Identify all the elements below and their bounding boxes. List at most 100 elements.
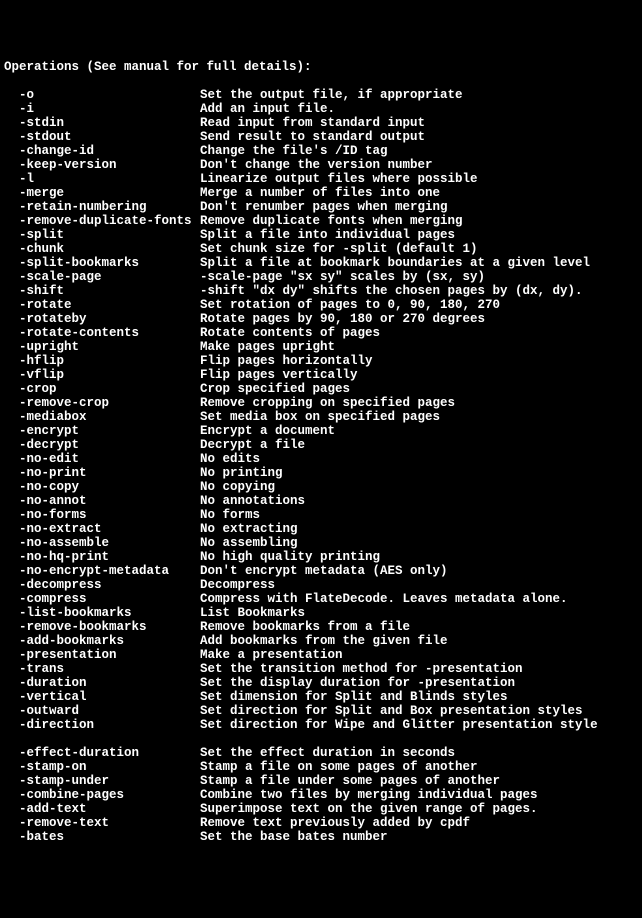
operation-description: No high quality printing: [200, 550, 380, 564]
operation-flag: -remove-duplicate-fonts: [4, 214, 200, 228]
operation-row: -keep-versionDon't change the version nu…: [4, 158, 642, 172]
operation-description: Combine two files by merging individual …: [200, 788, 538, 802]
operation-description: Flip pages vertically: [200, 368, 358, 382]
operation-description: Superimpose text on the given range of p…: [200, 802, 538, 816]
operation-description: Make a presentation: [200, 648, 343, 662]
operation-flag: -combine-pages: [4, 788, 200, 802]
operation-row: -no-printNo printing: [4, 466, 642, 480]
operation-row: -no-encrypt-metadataDon't encrypt metada…: [4, 564, 642, 578]
operation-row: -no-editNo edits: [4, 452, 642, 466]
operation-row: -compressCompress with FlateDecode. Leav…: [4, 592, 642, 606]
operation-row: -remove-duplicate-fontsRemove duplicate …: [4, 214, 642, 228]
operation-description: Set the output file, if appropriate: [200, 88, 463, 102]
operation-row: -add-textSuperimpose text on the given r…: [4, 802, 642, 816]
operation-description: Read input from standard input: [200, 116, 425, 130]
operation-description: Linearize output files where possible: [200, 172, 478, 186]
operation-description: Rotate contents of pages: [200, 326, 380, 340]
operation-description: Remove duplicate fonts when merging: [200, 214, 463, 228]
operation-flag: -change-id: [4, 144, 200, 158]
operation-flag: -rotate: [4, 298, 200, 312]
operation-flag: -crop: [4, 382, 200, 396]
operation-flag: -no-print: [4, 466, 200, 480]
operation-description: Remove cropping on specified pages: [200, 396, 455, 410]
operation-description: Rotate pages by 90, 180 or 270 degrees: [200, 312, 485, 326]
operation-flag: -i: [4, 102, 200, 116]
operation-description: No forms: [200, 508, 260, 522]
operation-flag: -stdout: [4, 130, 200, 144]
operation-description: Set media box on specified pages: [200, 410, 440, 424]
operation-row: -no-copyNo copying: [4, 480, 642, 494]
operation-description: Set direction for Split and Box presenta…: [200, 704, 583, 718]
operation-description: No extracting: [200, 522, 298, 536]
operation-flag: -no-encrypt-metadata: [4, 564, 200, 578]
operation-row: -decompressDecompress: [4, 578, 642, 592]
operation-description: Split a file at bookmark boundaries at a…: [200, 256, 590, 270]
operation-description: Set dimension for Split and Blinds style…: [200, 690, 508, 704]
operation-flag: -split: [4, 228, 200, 242]
operations-list: -oSet the output file, if appropriate -i…: [4, 88, 642, 844]
operation-row: -directionSet direction for Wipe and Gli…: [4, 718, 642, 732]
operation-flag: -remove-crop: [4, 396, 200, 410]
operations-header: Operations (See manual for full details)…: [4, 60, 642, 74]
operation-row: -no-hq-printNo high quality printing: [4, 550, 642, 564]
operation-row: -transSet the transition method for -pre…: [4, 662, 642, 676]
operation-flag: -remove-bookmarks: [4, 620, 200, 634]
operation-flag: -decompress: [4, 578, 200, 592]
operation-description: Set the base bates number: [200, 830, 388, 844]
operation-description: Stamp a file on some pages of another: [200, 760, 478, 774]
operation-description: Set direction for Wipe and Glitter prese…: [200, 718, 598, 732]
operation-flag: -hflip: [4, 354, 200, 368]
operation-flag: -no-extract: [4, 522, 200, 536]
operation-description: Don't change the version number: [200, 158, 433, 172]
operation-flag: -vertical: [4, 690, 200, 704]
operation-flag: -direction: [4, 718, 200, 732]
operation-row: -no-assembleNo assembling: [4, 536, 642, 550]
operation-description: Remove text previously added by cpdf: [200, 816, 470, 830]
operation-flag: -add-bookmarks: [4, 634, 200, 648]
operation-flag: -upright: [4, 340, 200, 354]
operation-flag: -l: [4, 172, 200, 186]
operation-flag: -add-text: [4, 802, 200, 816]
operation-flag: -remove-text: [4, 816, 200, 830]
operation-flag: -split-bookmarks: [4, 256, 200, 270]
operation-row: -no-formsNo forms: [4, 508, 642, 522]
operation-description: Add bookmarks from the given file: [200, 634, 448, 648]
operation-description: -shift "dx dy" shifts the chosen pages b…: [200, 284, 583, 298]
operation-description: Encrypt a document: [200, 424, 335, 438]
operation-flag: -presentation: [4, 648, 200, 662]
operation-flag: -bates: [4, 830, 200, 844]
operation-flag: -scale-page: [4, 270, 200, 284]
operation-flag: -compress: [4, 592, 200, 606]
operation-row: -add-bookmarksAdd bookmarks from the giv…: [4, 634, 642, 648]
operation-row: -shift-shift "dx dy" shifts the chosen p…: [4, 284, 642, 298]
operation-flag: -mediabox: [4, 410, 200, 424]
operation-row: [4, 732, 642, 746]
operation-description: Set chunk size for -split (default 1): [200, 242, 478, 256]
operation-flag: -shift: [4, 284, 200, 298]
operation-flag: -chunk: [4, 242, 200, 256]
operation-description: Change the file's /ID tag: [200, 144, 388, 158]
operation-flag: -keep-version: [4, 158, 200, 172]
operation-flag: -rotate-contents: [4, 326, 200, 340]
operation-row: -presentationMake a presentation: [4, 648, 642, 662]
operation-description: No edits: [200, 452, 260, 466]
operation-row: -rotate-contentsRotate contents of pages: [4, 326, 642, 340]
operation-flag: -no-annot: [4, 494, 200, 508]
operation-description: Don't renumber pages when merging: [200, 200, 448, 214]
operation-description: Add an input file.: [200, 102, 335, 116]
operation-flag: -no-forms: [4, 508, 200, 522]
operation-row: -oSet the output file, if appropriate: [4, 88, 642, 102]
operation-row: -chunkSet chunk size for -split (default…: [4, 242, 642, 256]
operation-row: -mergeMerge a number of files into one: [4, 186, 642, 200]
operation-row: -no-extractNo extracting: [4, 522, 642, 536]
operation-flag: -no-copy: [4, 480, 200, 494]
operation-row: -stamp-onStamp a file on some pages of a…: [4, 760, 642, 774]
operation-flag: -o: [4, 88, 200, 102]
operation-flag: -effect-duration: [4, 746, 200, 760]
operation-description: Don't encrypt metadata (AES only): [200, 564, 448, 578]
operation-flag: -no-edit: [4, 452, 200, 466]
operation-description: No annotations: [200, 494, 305, 508]
operation-row: -no-annotNo annotations: [4, 494, 642, 508]
operation-flag: -no-hq-print: [4, 550, 200, 564]
operation-row: -retain-numberingDon't renumber pages wh…: [4, 200, 642, 214]
